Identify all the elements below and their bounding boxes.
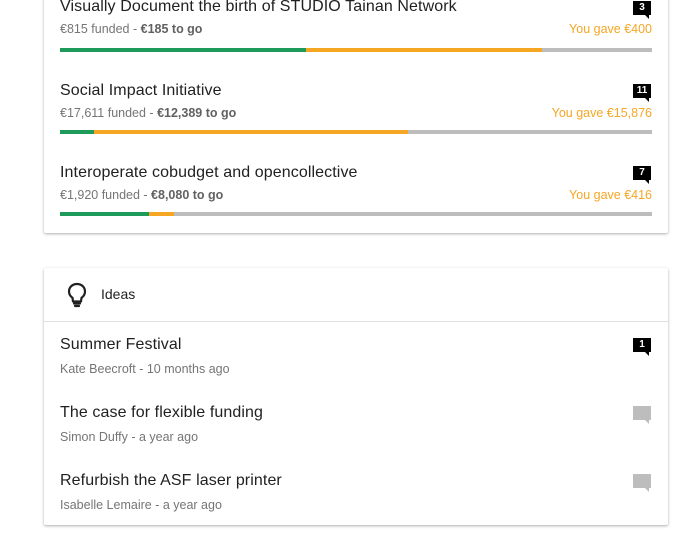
- funded-segment: [60, 48, 306, 52]
- idea-author-time: Simon Duffy - a year ago: [60, 430, 199, 444]
- project-your-contribution: You gave €400: [569, 22, 652, 36]
- idea-title[interactable]: The case for flexible funding: [60, 404, 263, 422]
- funding-progress-bar: [60, 212, 652, 216]
- ideas-header: Ideas: [44, 268, 668, 322]
- idea-item[interactable]: Summer Festival 1 Kate Beecroft - 10 mon…: [60, 336, 652, 386]
- ideas-title: Ideas: [101, 286, 136, 302]
- comment-count: 7: [639, 167, 645, 178]
- project-item[interactable]: Social Impact Initiative 11 €17,611 fund…: [60, 82, 652, 142]
- comment-empty-icon: [633, 474, 651, 492]
- project-title[interactable]: Visually Document the birth of STUDIO Ta…: [60, 0, 457, 16]
- funded-segment: [60, 212, 150, 216]
- idea-author-time: Kate Beecroft - 10 months ago: [60, 362, 230, 376]
- project-your-contribution: You gave €416: [569, 188, 652, 202]
- comment-count-icon: 3: [633, 1, 651, 19]
- idea-title[interactable]: Refurbish the ASF laser printer: [60, 472, 282, 490]
- idea-item[interactable]: Refurbish the ASF laser printer Isabelle…: [60, 472, 652, 522]
- lightbulb-icon: [67, 282, 87, 308]
- project-your-contribution: You gave €15,876: [551, 106, 652, 120]
- your-contribution-segment: [149, 212, 175, 216]
- project-funding-status: €17,611 funded - €12,389 to go: [60, 106, 237, 120]
- funding-progress-bar: [60, 48, 652, 52]
- project-funding-status: €815 funded - €185 to go: [60, 22, 203, 36]
- comment-empty-icon: [633, 406, 651, 424]
- ideas-card: Ideas Summer Festival 1 Kate Beecroft - …: [44, 268, 668, 525]
- idea-item[interactable]: The case for flexible funding Simon Duff…: [60, 404, 652, 454]
- idea-title[interactable]: Summer Festival: [60, 336, 182, 354]
- comment-count: 11: [636, 85, 648, 96]
- funded-segment: [60, 130, 95, 134]
- comment-count: 3: [639, 2, 645, 13]
- project-item[interactable]: Visually Document the birth of STUDIO Ta…: [60, 0, 652, 60]
- project-title[interactable]: Social Impact Initiative: [60, 82, 222, 100]
- comment-count: 1: [639, 339, 645, 350]
- comment-count-icon: 11: [633, 84, 651, 102]
- your-contribution-segment: [305, 48, 543, 52]
- comment-count-icon: 7: [633, 166, 651, 184]
- idea-author-time: Isabelle Lemaire - a year ago: [60, 498, 222, 512]
- comment-count-icon: 1: [633, 338, 651, 356]
- your-contribution-segment: [94, 130, 409, 134]
- projects-card: Visually Document the birth of STUDIO Ta…: [44, 0, 668, 233]
- project-item[interactable]: Interoperate cobudget and opencollective…: [60, 164, 652, 224]
- project-funding-status: €1,920 funded - €8,080 to go: [60, 188, 224, 202]
- project-title[interactable]: Interoperate cobudget and opencollective: [60, 164, 358, 182]
- funding-progress-bar: [60, 130, 652, 134]
